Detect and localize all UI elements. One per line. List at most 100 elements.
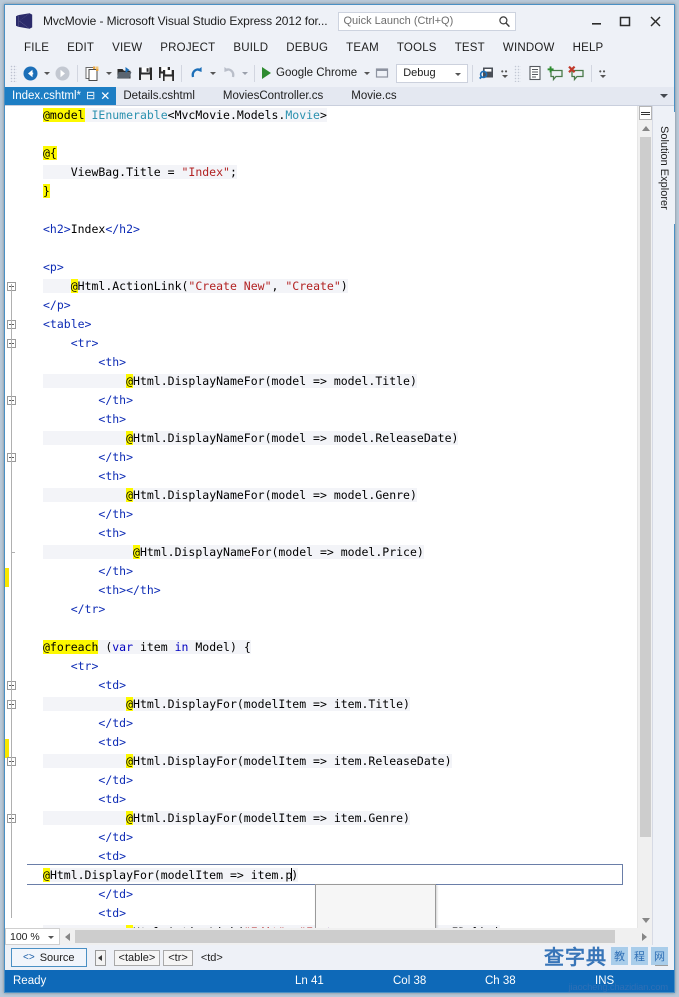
tab-details-cshtml[interactable]: Details.cshtml: [116, 87, 201, 105]
tab-movie-cs[interactable]: Movie.cs: [329, 87, 402, 105]
solution-explorer-tab[interactable]: Solution Explorer: [653, 112, 675, 224]
remove-comment-icon[interactable]: [566, 63, 587, 84]
breadcrumb-scroll-left[interactable]: [94, 949, 106, 966]
menu-item-team[interactable]: TEAM: [337, 40, 388, 56]
pin-icon[interactable]: ⊟: [86, 90, 95, 102]
visual-studio-logo-icon: [13, 10, 35, 32]
editor-bottom-bar: 100 %: [5, 928, 652, 945]
minimize-button[interactable]: [582, 8, 610, 34]
standard-toolbar: Google Chrome Debug •• ••: [5, 59, 674, 87]
status-character: Ch 38: [485, 975, 516, 987]
source-view-icon: <>: [23, 952, 35, 963]
menu-item-project[interactable]: PROJECT: [151, 40, 224, 56]
start-debugging-label: Google Chrome: [276, 67, 358, 79]
search-icon: [498, 15, 511, 28]
navigate-back-icon[interactable]: [20, 63, 41, 84]
new-item-dropdown[interactable]: [103, 63, 114, 83]
browser-dropdown[interactable]: [361, 63, 372, 83]
status-text: Ready: [13, 975, 47, 987]
tab-moviescontroller-cs[interactable]: MoviesController.cs: [201, 87, 329, 105]
menu-item-help[interactable]: HELP: [564, 40, 613, 56]
breadcrumb-tr[interactable]: <tr>: [163, 949, 193, 966]
editor-horizontal-scrollbar[interactable]: [60, 928, 652, 945]
open-file-icon[interactable]: [114, 63, 135, 84]
add-comment-icon[interactable]: [545, 63, 566, 84]
redo-icon: [218, 63, 239, 84]
editor-pane: @model IEnumerable<MvcMovie.Models.Movie…: [5, 106, 652, 945]
window-title: MvcMovie - Microsoft Visual Studio Expre…: [43, 14, 328, 28]
redo-dropdown[interactable]: [239, 63, 250, 83]
zoom-level-value: 100 %: [10, 930, 40, 943]
tab-index-cshtml[interactable]: Index.cshtml* ⊟ ✕: [5, 87, 117, 105]
menu-item-edit[interactable]: EDIT: [58, 40, 103, 56]
find-in-files-icon[interactable]: [477, 63, 498, 84]
find-overflow-icon[interactable]: ••: [498, 62, 511, 84]
start-debugging-button[interactable]: Google Chrome: [259, 62, 361, 84]
solution-explorer-label: Solution Explorer: [658, 126, 670, 210]
title-bar: MvcMovie - Microsoft Visual Studio Expre…: [5, 5, 674, 37]
scroll-up-arrow[interactable]: [638, 121, 652, 136]
menu-item-test[interactable]: TEST: [446, 40, 494, 56]
status-column-number: Col 38: [393, 975, 427, 987]
editor-split-handle[interactable]: [639, 106, 652, 120]
toolbar-grip[interactable]: [10, 64, 17, 82]
close-button[interactable]: [638, 8, 672, 34]
save-all-icon[interactable]: [156, 63, 177, 84]
horizontal-scroll-thumb[interactable]: [75, 930, 615, 943]
menu-item-view[interactable]: VIEW: [103, 40, 151, 56]
completion-session-box: [27, 864, 623, 885]
window-controls: [582, 5, 672, 37]
scroll-right-arrow[interactable]: [637, 928, 652, 945]
change-marker: [5, 739, 9, 758]
breadcrumb-td[interactable]: <td>: [196, 950, 228, 966]
quick-launch-input[interactable]: Quick Launch (Ctrl+Q): [337, 11, 516, 31]
toolbar-overflow-icon[interactable]: ••: [596, 62, 609, 84]
menu-item-build[interactable]: BUILD: [224, 40, 277, 56]
breadcrumb: <table> <tr> <td>: [113, 949, 228, 966]
horizontal-scroll-track[interactable]: [75, 928, 637, 945]
status-insert-mode: INS: [595, 975, 615, 987]
browse-with-icon[interactable]: [372, 63, 393, 84]
maximize-button[interactable]: [610, 8, 638, 34]
tab-label: Index.cshtml*: [12, 90, 82, 102]
vertical-scroll-thumb[interactable]: [640, 137, 651, 837]
editor-and-docks: @model IEnumerable<MvcMovie.Models.Movie…: [5, 106, 675, 945]
menu-item-file[interactable]: FILE: [15, 40, 58, 56]
toolbar-grip-2[interactable]: [514, 64, 522, 82]
undo-dropdown[interactable]: [207, 63, 218, 83]
solution-configuration-value: Debug: [403, 67, 436, 79]
breadcrumb-scroll-right[interactable]: [655, 949, 668, 966]
scroll-down-arrow[interactable]: [638, 913, 652, 928]
zoom-level-select[interactable]: 100 %: [5, 928, 60, 945]
method-cube-icon: [321, 926, 335, 928]
completion-item[interactable]: Equals: [316, 924, 435, 928]
start-debugging-icon: [262, 67, 271, 79]
navigate-back-dropdown[interactable]: [41, 63, 52, 83]
menu-item-tools[interactable]: TOOLS: [388, 40, 446, 56]
solution-configuration-select[interactable]: Debug: [396, 63, 469, 83]
editor-vertical-scrollbar[interactable]: [637, 106, 652, 928]
watermark-url: jiaocheng.chazidian.com: [568, 982, 669, 993]
scroll-left-arrow[interactable]: [60, 928, 75, 945]
code-content[interactable]: @model IEnumerable<MvcMovie.Models.Movie…: [27, 106, 637, 928]
visual-studio-window: MvcMovie - Microsoft Visual Studio Expre…: [4, 4, 675, 993]
save-icon[interactable]: [135, 63, 156, 84]
close-icon[interactable]: ✕: [100, 90, 110, 102]
tab-label: Movie.cs: [351, 90, 397, 102]
undo-icon[interactable]: [186, 63, 207, 84]
text-editor[interactable]: @model IEnumerable<MvcMovie.Models.Movie…: [5, 106, 652, 928]
new-item-icon[interactable]: [82, 63, 103, 84]
right-dock-strip: Solution Explorer: [652, 106, 675, 945]
navigate-forward-icon: [52, 63, 73, 84]
properties-window-icon[interactable]: [524, 63, 545, 84]
intellisense-completion-list[interactable]: Equals Genre: [315, 884, 436, 928]
status-bar: Ready Ln 41 Col 38 Ch 38 INS 查字典 教 程 网 j…: [5, 945, 674, 993]
tab-list-dropdown-icon[interactable]: [657, 87, 671, 106]
change-marker: [5, 568, 9, 587]
menu-item-debug[interactable]: DEBUG: [277, 40, 337, 56]
status-line-number: Ln 41: [295, 975, 324, 987]
source-view-button[interactable]: <> Source: [11, 948, 87, 967]
menu-item-window[interactable]: WINDOW: [494, 40, 564, 56]
breadcrumb-table[interactable]: <table>: [113, 949, 161, 966]
tab-label: MoviesController.cs: [222, 90, 324, 102]
